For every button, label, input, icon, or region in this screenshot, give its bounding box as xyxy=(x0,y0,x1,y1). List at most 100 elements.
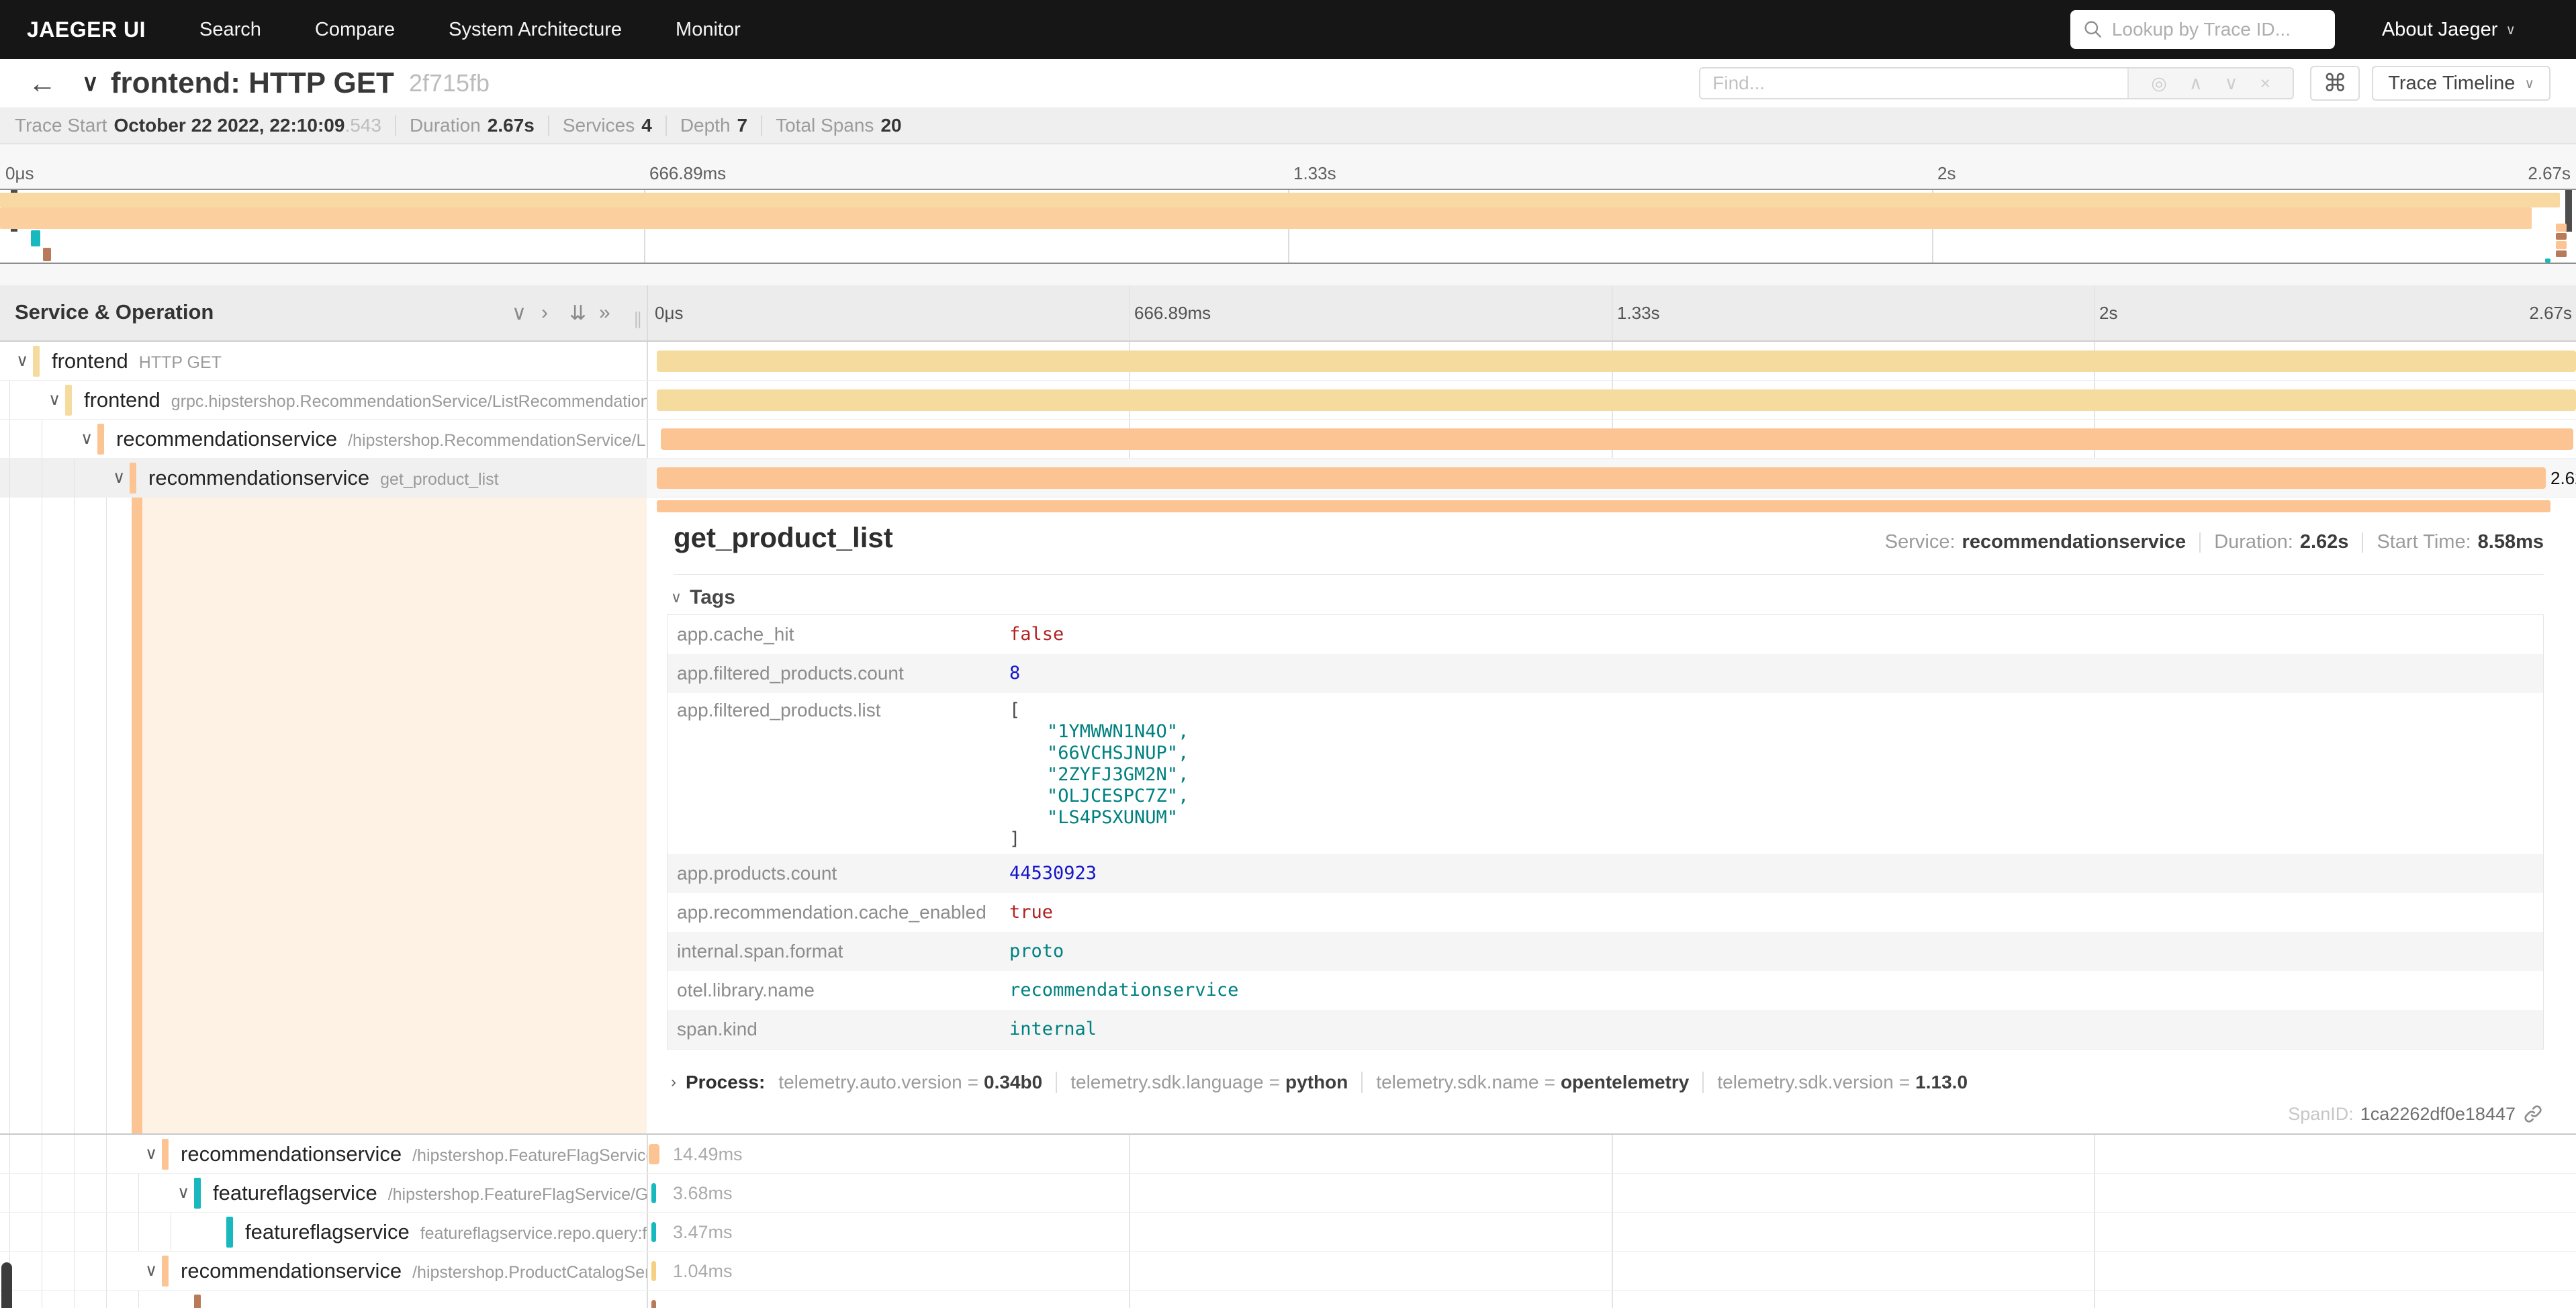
about-jaeger-menu[interactable]: About Jaeger ∨ xyxy=(2382,19,2516,41)
span-name-cell[interactable]: ∨recommendationserviceget_product_list xyxy=(0,459,647,497)
span-name-cell[interactable]: featureflagservicefeatureflagservice.rep… xyxy=(0,1213,647,1251)
summary-item-value: 4 xyxy=(641,115,652,136)
process-section-toggle[interactable]: › Process: telemetry.auto.version=0.34b0… xyxy=(671,1072,1968,1093)
span-bar[interactable] xyxy=(657,467,2546,489)
span-row[interactable]: ∨ featureflagservice/hipstershop.FeatureF… xyxy=(0,1174,2576,1213)
span-row[interactable]: ∨recommendationservice/hipstershop.Recom… xyxy=(0,420,2576,459)
span-name-cell[interactable]: ∨ featureflagservice/hipstershop.FeatureF… xyxy=(0,1174,647,1212)
collapse-one-icon[interactable]: ∨ xyxy=(512,301,526,325)
minimap-span-mark xyxy=(0,193,2560,207)
span-bar[interactable] xyxy=(651,1183,656,1203)
trace-summary-bar: Trace StartOctober 22 2022, 22:10:09.543… xyxy=(0,107,2576,144)
service-name-text: recommendationservice xyxy=(181,1142,402,1166)
tag-row: span.kindinternal xyxy=(668,1010,2543,1049)
prev-result-icon[interactable]: ∧ xyxy=(2189,73,2203,94)
span-bar[interactable] xyxy=(651,1300,656,1308)
span-row[interactable]: ∨recommendationservice/hipstershop.Produ… xyxy=(0,1252,2576,1291)
nav-item-compare[interactable]: Compare xyxy=(315,19,395,41)
chevron-down-icon[interactable]: ∨ xyxy=(113,467,125,487)
span-name-cell[interactable]: ∨frontendHTTP GET xyxy=(0,342,647,380)
span-name-cell[interactable]: ∨recommendationservice/hipstershop.Recom… xyxy=(0,420,647,458)
focus-target-icon[interactable]: ◎ xyxy=(2151,73,2167,94)
process-tag-value: 0.34b0 xyxy=(984,1072,1042,1092)
span-duration-label: 14.49ms xyxy=(673,1144,743,1165)
back-icon[interactable]: ← xyxy=(28,69,56,97)
span-rows-bottom: ∨ recommendationservice/hipstershop.Featu… xyxy=(0,1135,2576,1308)
process-separator xyxy=(1056,1072,1057,1093)
collapse-all-icon[interactable]: ⇊ xyxy=(569,301,586,325)
indent-guide xyxy=(106,1291,107,1308)
span-row[interactable] xyxy=(0,1291,2576,1308)
span-row[interactable]: ∨frontendHTTP GET xyxy=(0,342,2576,381)
operation-name: /hipstershop.FeatureFlagService/Ge... xyxy=(388,1185,647,1204)
span-bar[interactable] xyxy=(657,351,2576,372)
keyboard-shortcuts-button[interactable]: ⌘ xyxy=(2310,66,2360,101)
span-row[interactable]: ∨recommendationserviceget_product_list2.… xyxy=(0,459,2576,498)
chevron-down-icon[interactable]: ∨ xyxy=(177,1182,189,1203)
span-row[interactable]: featureflagservicefeatureflagservice.rep… xyxy=(0,1213,2576,1252)
span-name-cell[interactable]: ∨recommendationservice/hipstershop.Featu… xyxy=(0,1135,647,1173)
tag-value-text: proto xyxy=(1009,941,1064,962)
span-name-cell[interactable]: ∨ frontendgrpc.hipstershop.Recommendation… xyxy=(0,381,647,419)
span-row[interactable]: ∨recommendationservice/hipstershop.Featu… xyxy=(0,1135,2576,1174)
chevron-down-icon[interactable]: ∨ xyxy=(145,1143,157,1164)
collapse-trace-chevron-icon[interactable]: ∨ xyxy=(82,70,99,97)
indent-guide xyxy=(106,1213,107,1251)
summary-item-label: Depth xyxy=(680,115,731,136)
equals-sign: = xyxy=(1899,1072,1910,1092)
span-bar[interactable] xyxy=(651,1222,656,1242)
span-duration-label: 1.04ms xyxy=(673,1261,733,1282)
service-name: frontendgrpc.hipstershop.RecommendationS… xyxy=(84,388,647,412)
column-divider[interactable] xyxy=(647,285,648,340)
span-rows-top: ∨frontendHTTP GET∨frontendgrpc.hipstersh… xyxy=(0,342,2576,498)
command-icon: ⌘ xyxy=(2323,69,2347,97)
clear-search-icon[interactable]: × xyxy=(2260,73,2270,94)
minimap-tick-label: 1.33s xyxy=(1293,163,1336,184)
nav-item-system-architecture[interactable]: System Architecture xyxy=(449,19,622,41)
find-input[interactable]: Find... xyxy=(1700,68,2127,98)
span-name-cell[interactable]: ∨recommendationservice/hipstershop.Produ… xyxy=(0,1252,647,1290)
service-colorbar xyxy=(97,424,104,455)
tags-section-toggle[interactable]: ∨ Tags xyxy=(671,586,735,609)
process-tag-value: python xyxy=(1285,1072,1348,1092)
tag-value-text: true xyxy=(1009,902,1053,923)
expand-one-icon[interactable]: › xyxy=(541,301,548,324)
tag-value: true xyxy=(1009,902,1053,932)
tag-key: app.recommendation.cache_enabled xyxy=(677,902,1009,932)
service-name-text: featureflagservice xyxy=(213,1181,377,1205)
detail-gutter xyxy=(0,498,647,1133)
span-bar[interactable] xyxy=(661,428,2573,450)
operation-name: grpc.hipstershop.RecommendationService/L… xyxy=(171,392,647,411)
timeline-tick-label: 2s xyxy=(2099,303,2117,324)
indent-guide xyxy=(9,1213,10,1251)
span-name-cell[interactable] xyxy=(0,1291,647,1308)
span-id-label: SpanID: xyxy=(2288,1104,2354,1125)
expand-all-icon[interactable]: » xyxy=(599,301,610,324)
summary-separator xyxy=(761,115,762,136)
tag-value: internal xyxy=(1009,1019,1097,1049)
view-selector-button[interactable]: Trace Timeline ∨ xyxy=(2372,66,2550,101)
process-tag-key: telemetry.auto.version xyxy=(778,1072,962,1092)
span-row[interactable]: ∨ frontendgrpc.hipstershop.Recommendation… xyxy=(0,381,2576,420)
span-bar[interactable] xyxy=(651,1261,656,1281)
chevron-down-icon[interactable]: ∨ xyxy=(48,389,60,410)
next-result-icon[interactable]: ∨ xyxy=(2225,73,2238,94)
column-resize-grip[interactable]: || xyxy=(634,308,641,329)
tag-value-text: 8 xyxy=(1009,663,1020,684)
service-colorbar xyxy=(65,385,72,416)
scrollbar-thumb[interactable] xyxy=(1,1262,12,1308)
span-bar[interactable] xyxy=(649,1144,659,1164)
span-bar[interactable] xyxy=(657,389,2576,411)
chevron-down-icon[interactable]: ∨ xyxy=(16,351,28,371)
tag-value-text: false xyxy=(1009,624,1064,645)
detail-divider xyxy=(674,574,2544,575)
chevron-down-icon[interactable]: ∨ xyxy=(145,1260,157,1280)
minimap-canvas[interactable] xyxy=(0,189,2576,264)
trace-lookup-input[interactable]: Lookup by Trace ID... xyxy=(2070,10,2335,49)
nav-item-search[interactable]: Search xyxy=(199,19,261,41)
chevron-down-icon[interactable]: ∨ xyxy=(81,428,93,449)
nav-item-monitor[interactable]: Monitor xyxy=(676,19,741,41)
jaeger-logo[interactable]: JAEGER UI xyxy=(27,17,146,42)
find-placeholder: Find... xyxy=(1712,73,1765,94)
deep-link-icon[interactable] xyxy=(2522,1103,2544,1125)
